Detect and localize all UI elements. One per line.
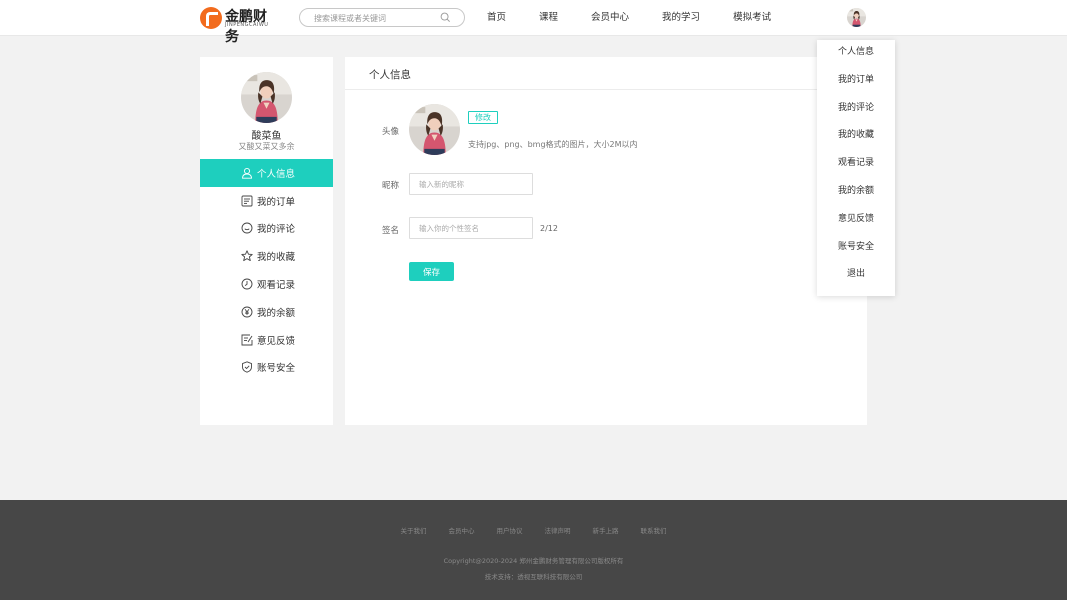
avatar-hint: 支持jpg、png、bmg格式的图片，大小2M以内 — [468, 140, 638, 149]
comment-icon — [241, 223, 253, 234]
dropdown-item-feedback[interactable]: 意见反馈 — [817, 206, 895, 234]
star-icon — [241, 250, 253, 262]
nav-home[interactable]: 首页 — [487, 0, 506, 36]
footer-links: 关于我们 会员中心 用户协议 法律声明 新手上路 联系我们 — [0, 525, 1067, 535]
logo-mark-icon — [200, 7, 222, 29]
divider — [345, 89, 867, 90]
dropdown-item-profile[interactable]: 个人信息 — [817, 39, 895, 67]
main-nav: 首页 课程 会员中心 我的学习 模拟考试 — [487, 0, 804, 36]
dropdown-item-orders[interactable]: 我的订单 — [817, 67, 895, 95]
dropdown-item-favorites[interactable]: 我的收藏 — [817, 122, 895, 150]
sidebar-item-label: 个人信息 — [257, 168, 296, 180]
order-icon — [241, 195, 253, 207]
avatar-image — [409, 104, 460, 155]
nav-mock-exam[interactable]: 模拟考试 — [733, 0, 771, 36]
top-header: 金鹏财务 JINPENGCAIWU 首页 课程 会员中心 我的学习 模拟考试 — [0, 0, 1067, 45]
signature-field[interactable] — [409, 217, 533, 239]
nav-courses[interactable]: 课程 — [539, 0, 558, 36]
sidebar-item-feedback[interactable]: 意见反馈 — [200, 326, 333, 354]
footer-link-newbie[interactable]: 新手上路 — [593, 525, 619, 535]
user-icon — [242, 167, 252, 179]
brand-logo[interactable]: 金鹏财务 JINPENGCAIWU — [200, 6, 280, 45]
footer-link-contact[interactable]: 联系我们 — [641, 525, 667, 535]
save-button[interactable]: 保存 — [409, 262, 454, 281]
profile-panel: 个人信息 头像 修改 支持jpg、png、bmg格式的图片，大小2M以内 昵称 … — [345, 57, 867, 425]
footer-link-legal[interactable]: 法律声明 — [545, 525, 571, 535]
site-footer: 关于我们 会员中心 用户协议 法律声明 新手上路 联系我们 Copyright@… — [0, 500, 1067, 600]
search-input[interactable] — [314, 11, 439, 25]
nav-my-study[interactable]: 我的学习 — [662, 0, 700, 36]
profile-signature: 又酸又菜又多余 — [238, 142, 295, 151]
shield-icon — [242, 361, 252, 374]
nickname-label: 昵称 — [382, 181, 400, 191]
sidebar-item-label: 我的收藏 — [257, 252, 296, 264]
sidebar-item-label: 我的订单 — [257, 196, 296, 208]
sidebar-item-label: 我的评论 — [257, 224, 296, 236]
avatar-image — [241, 72, 292, 123]
signature-label: 签名 — [382, 226, 400, 236]
footer-link-about[interactable]: 关于我们 — [401, 525, 427, 535]
search-icon[interactable] — [440, 12, 451, 23]
brand-subtitle: JINPENGCAIWU — [225, 22, 269, 28]
sidebar-item-security[interactable]: 账号安全 — [200, 354, 333, 382]
user-avatar[interactable] — [847, 8, 866, 27]
sidebar-menu: 个人信息 我的订单 我的评论 我的收藏 观看记录 我的余额 意见反馈 账号安全 — [200, 159, 333, 381]
profile-avatar-preview — [409, 104, 460, 155]
sidebar-item-favorites[interactable]: 我的收藏 — [200, 242, 333, 270]
user-dropdown-menu: 个人信息 我的订单 我的评论 我的收藏 观看记录 我的余额 意见反馈 账号安全 … — [817, 40, 895, 296]
avatar-label: 头像 — [382, 127, 400, 137]
footer-link-member[interactable]: 会员中心 — [449, 525, 475, 535]
avatar-image — [847, 8, 866, 27]
dropdown-item-security[interactable]: 账号安全 — [817, 234, 895, 262]
sidebar-item-profile[interactable]: 个人信息 — [200, 159, 333, 187]
dropdown-item-history[interactable]: 观看记录 — [817, 150, 895, 178]
nav-member-center[interactable]: 会员中心 — [591, 0, 629, 36]
profile-name: 酸菜鱼 — [251, 131, 282, 142]
sidebar-item-label: 观看记录 — [257, 280, 296, 292]
edit-avatar-button[interactable]: 修改 — [468, 111, 498, 124]
footer-copyright: Copyright@2020-2024 郑州金鹏财务管理有限公司版权所有 — [443, 557, 624, 565]
nickname-field[interactable] — [409, 173, 533, 195]
dropdown-item-logout[interactable]: 退出 — [817, 261, 895, 289]
sidebar-item-label: 我的余额 — [257, 307, 296, 319]
yen-icon — [241, 306, 253, 318]
account-sidebar: 酸菜鱼 又酸又菜又多余 个人信息 我的订单 我的评论 我的收藏 观看记录 我的余… — [200, 57, 333, 425]
signature-counter: 2/12 — [540, 224, 558, 233]
footer-link-agreement[interactable]: 用户协议 — [497, 525, 523, 535]
sidebar-item-comments[interactable]: 我的评论 — [200, 215, 333, 243]
dropdown-item-balance[interactable]: 我的余额 — [817, 178, 895, 206]
sidebar-item-label: 意见反馈 — [257, 335, 296, 347]
search-box[interactable] — [299, 8, 465, 27]
profile-avatar — [241, 72, 292, 123]
feedback-icon — [241, 334, 253, 346]
page-title: 个人信息 — [369, 69, 411, 81]
sidebar-item-history[interactable]: 观看记录 — [200, 270, 333, 298]
footer-tech-support: 技术支持：透视互联科技有限公司 — [484, 573, 583, 581]
sidebar-item-label: 账号安全 — [257, 363, 296, 375]
sidebar-item-orders[interactable]: 我的订单 — [200, 187, 333, 215]
clock-icon — [241, 278, 253, 290]
sidebar-item-balance[interactable]: 我的余额 — [200, 298, 333, 326]
dropdown-item-comments[interactable]: 我的评论 — [817, 95, 895, 123]
